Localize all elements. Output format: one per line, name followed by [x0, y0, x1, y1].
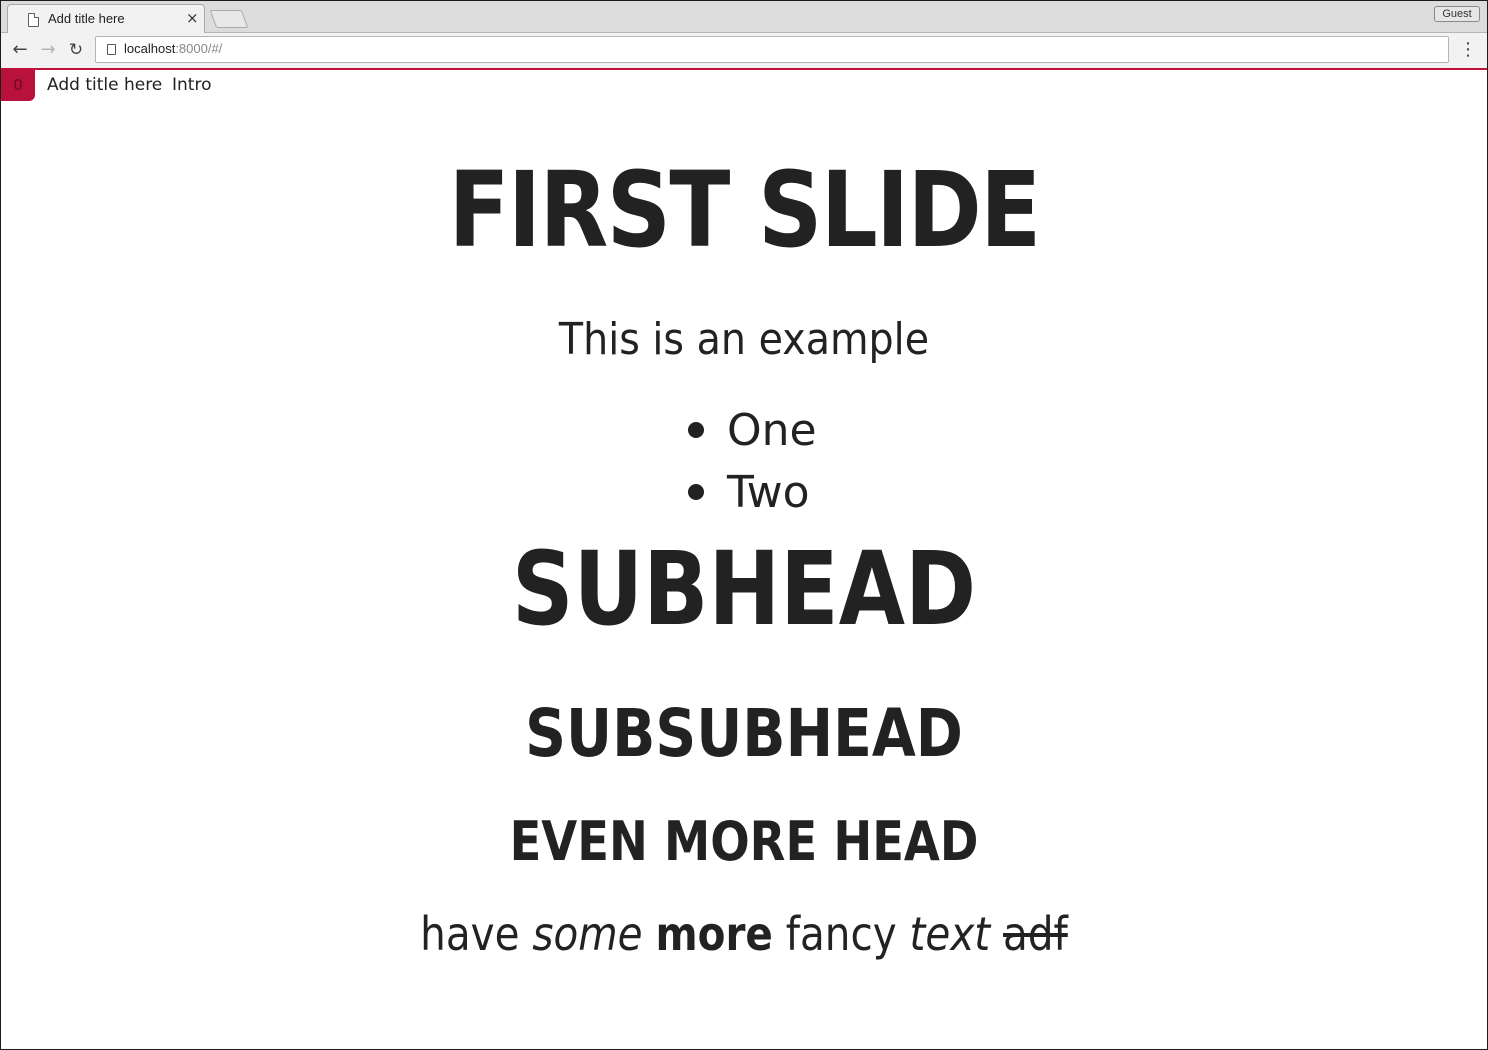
- tab-active[interactable]: Add title here ×: [7, 4, 205, 33]
- browser-toolbar: ← → ↻ localhost:8000/#/ ⋮: [1, 33, 1487, 68]
- list-item: Two: [685, 462, 817, 524]
- new-tab-button[interactable]: [209, 10, 249, 28]
- browser-window: Add title here × Guest ← → ↻ localhost:8…: [0, 0, 1488, 1050]
- reload-icon[interactable]: ↻: [64, 39, 88, 61]
- slide-content: FIRST SLIDE This is an example One Two S…: [1, 102, 1487, 1049]
- slide-number-badge: 0: [1, 70, 35, 101]
- url-host: localhost: [124, 41, 176, 56]
- slide-title: FIRST SLIDE: [448, 149, 1042, 271]
- fancy-word-bold: more: [655, 907, 773, 961]
- menu-icon[interactable]: ⋮: [1459, 39, 1477, 61]
- fancy-word-italic-2: text: [909, 907, 991, 961]
- page-icon: [28, 13, 39, 27]
- nav-item-intro[interactable]: Intro: [172, 75, 211, 95]
- fancy-word-italic: some: [532, 907, 643, 961]
- slide-navigation: 0 Add title here Intro: [1, 70, 1487, 102]
- even-more-head: EVEN MORE HEAD: [509, 810, 979, 873]
- close-icon[interactable]: ×: [186, 9, 199, 27]
- forward-arrow-icon[interactable]: →: [36, 39, 60, 61]
- page-info-icon[interactable]: [107, 44, 116, 55]
- slide-lead: This is an example: [558, 314, 930, 365]
- address-bar[interactable]: localhost:8000/#/: [95, 36, 1449, 63]
- fancy-word-strikethrough: adf: [1003, 907, 1068, 961]
- url-text: localhost:8000/#/: [124, 41, 222, 56]
- back-arrow-icon[interactable]: ←: [8, 39, 32, 61]
- url-path: :8000/#/: [175, 41, 223, 56]
- list-item-text: Two: [727, 467, 810, 518]
- bullet-icon: [688, 422, 704, 438]
- tab-title: Add title here: [48, 11, 125, 26]
- list-item: One: [685, 400, 817, 462]
- profile-button[interactable]: Guest: [1434, 6, 1480, 22]
- nav-item-title[interactable]: Add title here: [47, 75, 162, 95]
- fancy-word-plain: have: [420, 907, 520, 961]
- fancy-text: have some more fancy text adf: [90, 904, 1398, 964]
- fancy-word-plain-2: fancy: [785, 907, 897, 961]
- subsubhead: SUBSUBHEAD: [525, 695, 963, 772]
- tab-strip: Add title here × Guest: [1, 1, 1487, 33]
- list-item-text: One: [727, 405, 817, 456]
- bullet-list: One Two: [685, 400, 817, 524]
- subhead: SUBHEAD: [511, 530, 977, 649]
- bullet-icon: [688, 484, 704, 500]
